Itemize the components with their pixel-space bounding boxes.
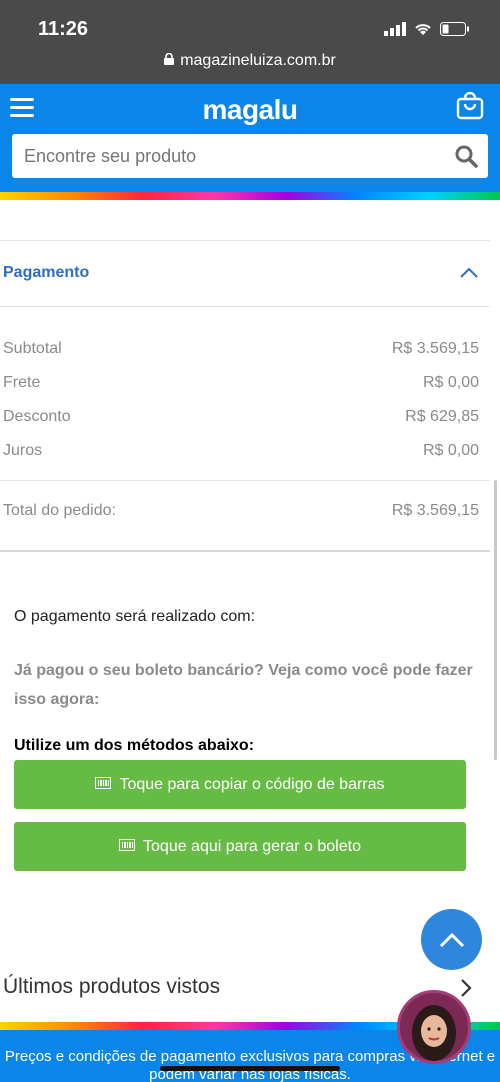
- barcode-icon: [119, 838, 136, 856]
- signal-icon: [384, 22, 406, 36]
- interest-value: R$ 0,00: [422, 442, 479, 459]
- lock-icon: [164, 52, 175, 70]
- subtotal-label: Subtotal: [3, 340, 62, 357]
- assistant-face-icon: [412, 1005, 456, 1061]
- address-bar[interactable]: magazineluiza.com.br: [0, 52, 500, 70]
- barcode-icon: [95, 776, 112, 794]
- search-icon[interactable]: [454, 144, 478, 173]
- copy-barcode-label: Toque para copiar o código de barras: [119, 775, 385, 793]
- status-icons: [384, 22, 470, 36]
- shopping-bag-icon[interactable]: [456, 91, 484, 125]
- chevron-up-icon[interactable]: [460, 266, 478, 284]
- interest-label: Juros: [3, 442, 43, 459]
- chevron-right-icon[interactable]: [460, 978, 472, 1003]
- scrollbar[interactable]: [494, 480, 497, 760]
- interest-row: Juros R$ 0,00: [3, 442, 479, 460]
- boleto-question: Já pagou o seu boleto bancário? Veja com…: [14, 662, 473, 708]
- chevron-up-icon: [439, 932, 464, 947]
- battery-icon: [440, 22, 469, 36]
- methods-label: Utilize um dos métodos abaixo:: [14, 737, 255, 754]
- discount-value: R$ 629,85: [405, 408, 479, 425]
- total-row: Total do pedido: R$ 3.569,15: [3, 502, 479, 520]
- total-value: R$ 3.569,15: [391, 502, 479, 519]
- recent-products-title[interactable]: Últimos produtos vistos: [3, 975, 220, 999]
- generate-boleto-label: Toque aqui para gerar o boleto: [143, 837, 361, 855]
- search-box: [12, 134, 488, 178]
- shipping-label: Frete: [3, 374, 41, 391]
- payment-title[interactable]: Pagamento: [3, 264, 89, 282]
- divider: [0, 240, 490, 241]
- site-header: magalu: [0, 84, 500, 192]
- scroll-to-top-button[interactable]: [421, 909, 482, 970]
- payment-method-message: O pagamento será realizado com:: [14, 608, 256, 625]
- divider: [0, 306, 490, 307]
- discount-label: Desconto: [3, 408, 71, 425]
- total-label: Total do pedido:: [3, 502, 116, 519]
- subtotal-row: Subtotal R$ 3.569,15: [3, 340, 479, 358]
- url-text: magazineluiza.com.br: [180, 52, 336, 69]
- generate-boleto-button[interactable]: Toque aqui para gerar o boleto: [14, 822, 466, 871]
- rainbow-stripe: [0, 192, 500, 200]
- magalu-logo[interactable]: magalu: [0, 94, 500, 126]
- subtotal-value: R$ 3.569,15: [391, 340, 479, 357]
- assistant-avatar[interactable]: [397, 990, 471, 1064]
- shipping-row: Frete R$ 0,00: [3, 374, 479, 392]
- shipping-value: R$ 0,00: [422, 374, 479, 391]
- home-indicator: [160, 1066, 340, 1071]
- clock: 11:26: [38, 18, 89, 40]
- section-divider: [0, 550, 490, 552]
- search-input[interactable]: [24, 134, 444, 178]
- divider: [0, 480, 490, 481]
- status-bar: 11:26 magazineluiza.com.br: [0, 0, 500, 84]
- copy-barcode-button[interactable]: Toque para copiar o código de barras: [14, 760, 466, 809]
- wifi-icon: [415, 24, 431, 35]
- discount-row: Desconto R$ 629,85: [3, 408, 479, 426]
